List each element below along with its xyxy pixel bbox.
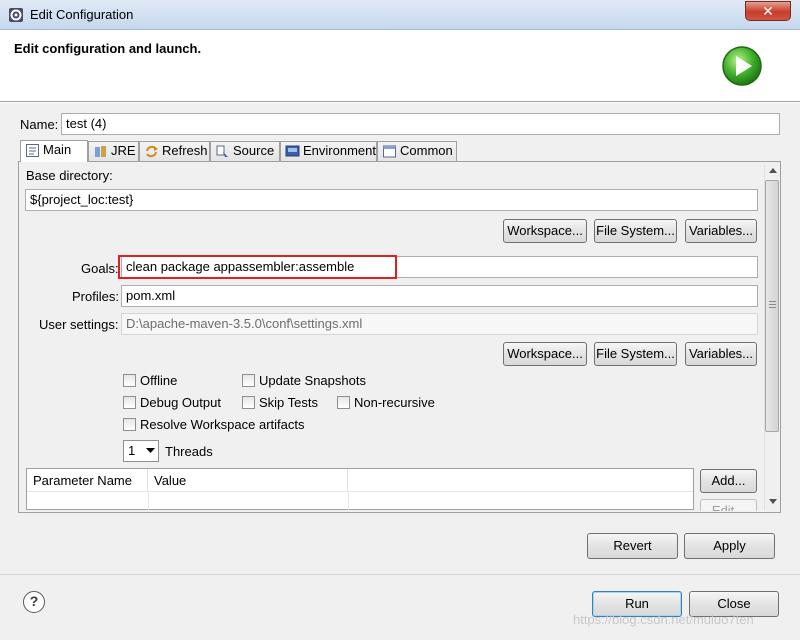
refresh-icon [146,145,158,158]
watermark-text: https://blog.csdn.net/muluo7ten [573,612,754,627]
settings-workspace-button[interactable]: Workspace... [503,342,587,366]
tab-common[interactable]: Common [377,141,457,161]
revert-button[interactable]: Revert [587,533,678,559]
tab-jre[interactable]: JRE [88,141,139,161]
scrollbar-thumb[interactable] [765,180,779,432]
title-bar: Edit Configuration ✕ [0,0,800,30]
tab-main-label: Main [43,142,72,157]
threads-select[interactable]: 1 [123,440,159,462]
common-icon [383,145,396,158]
add-parameter-button[interactable]: Add... [700,469,757,493]
settings-variables-button[interactable]: Variables... [685,342,757,366]
offline-label: Offline [140,373,178,388]
tab-refresh-label: Refresh [162,143,208,158]
name-field[interactable]: test (4) [61,113,780,135]
dialog-header: Edit configuration and launch. [0,30,800,102]
update-snapshots-checkbox[interactable] [242,374,255,387]
header-title: Edit configuration and launch. [14,41,202,56]
tab-common-label: Common [400,143,453,158]
offline-checkbox[interactable] [123,374,136,387]
jre-icon [95,146,106,157]
main-tab-icon [26,144,39,157]
tab-refresh[interactable]: Refresh [139,141,210,161]
skip-tests-checkbox[interactable] [242,396,255,409]
scroll-down-arrow-icon[interactable] [769,499,777,505]
goals-label: Goals: [81,261,119,276]
column-header-value[interactable]: Value [148,469,348,492]
tab-jre-label: JRE [111,143,136,158]
skip-tests-label: Skip Tests [259,395,319,410]
thumb-grip-line [769,304,776,305]
base-filesystem-button[interactable]: File System... [594,219,677,243]
help-icon[interactable]: ? [23,591,45,613]
profiles-label: Profiles: [72,289,119,304]
non-recursive-label: Non-recursive [354,395,435,410]
environment-icon [285,145,300,157]
chevron-down-icon [146,448,155,453]
base-directory-label: Base directory: [26,168,113,183]
parameter-table[interactable]: Parameter Name Value [26,468,694,510]
scroll-up-arrow-icon[interactable] [769,168,777,174]
tab-environment-label: Environment [303,143,376,158]
goals-highlight-box [118,255,397,279]
apply-button[interactable]: Apply [684,533,775,559]
column-divider [148,492,149,510]
resolve-workspace-checkbox[interactable] [123,418,136,431]
window-close-button[interactable]: ✕ [745,1,791,21]
user-settings-field[interactable]: D:\apache-maven-3.5.0\conf\settings.xml [121,313,758,335]
thumb-grip-line [769,301,776,302]
thumb-grip-line [769,307,776,308]
name-label: Name: [20,117,59,132]
column-header-parameter-name[interactable]: Parameter Name [27,469,148,492]
update-snapshots-label: Update Snapshots [259,373,366,388]
app-icon [9,8,23,22]
base-workspace-button[interactable]: Workspace... [503,219,587,243]
tab-environment[interactable]: Environment [280,141,377,161]
base-directory-field[interactable]: ${project_loc:test} [25,189,758,211]
user-settings-label: User settings: [39,317,119,332]
threads-value: 1 [128,443,136,458]
footer-divider [0,574,800,575]
debug-output-checkbox[interactable] [123,396,136,409]
edit-parameter-button-clip: Edit... [700,499,757,511]
tab-main[interactable]: Main [20,140,88,162]
settings-filesystem-button[interactable]: File System... [594,342,677,366]
non-recursive-checkbox[interactable] [337,396,350,409]
resolve-workspace-label: Resolve Workspace artifacts [140,417,305,432]
tab-source[interactable]: Source [210,141,280,161]
debug-output-label: Debug Output [140,395,221,410]
column-divider [348,492,349,510]
tab-source-label: Source [233,143,275,158]
run-launch-icon [722,46,762,86]
source-icon [216,145,228,157]
base-variables-button[interactable]: Variables... [685,219,757,243]
threads-label: Threads [165,444,213,459]
window-title: Edit Configuration [30,7,134,22]
column-header-filler [348,469,693,492]
profiles-field[interactable]: pom.xml [121,285,758,307]
edit-parameter-button[interactable]: Edit... [700,499,757,511]
